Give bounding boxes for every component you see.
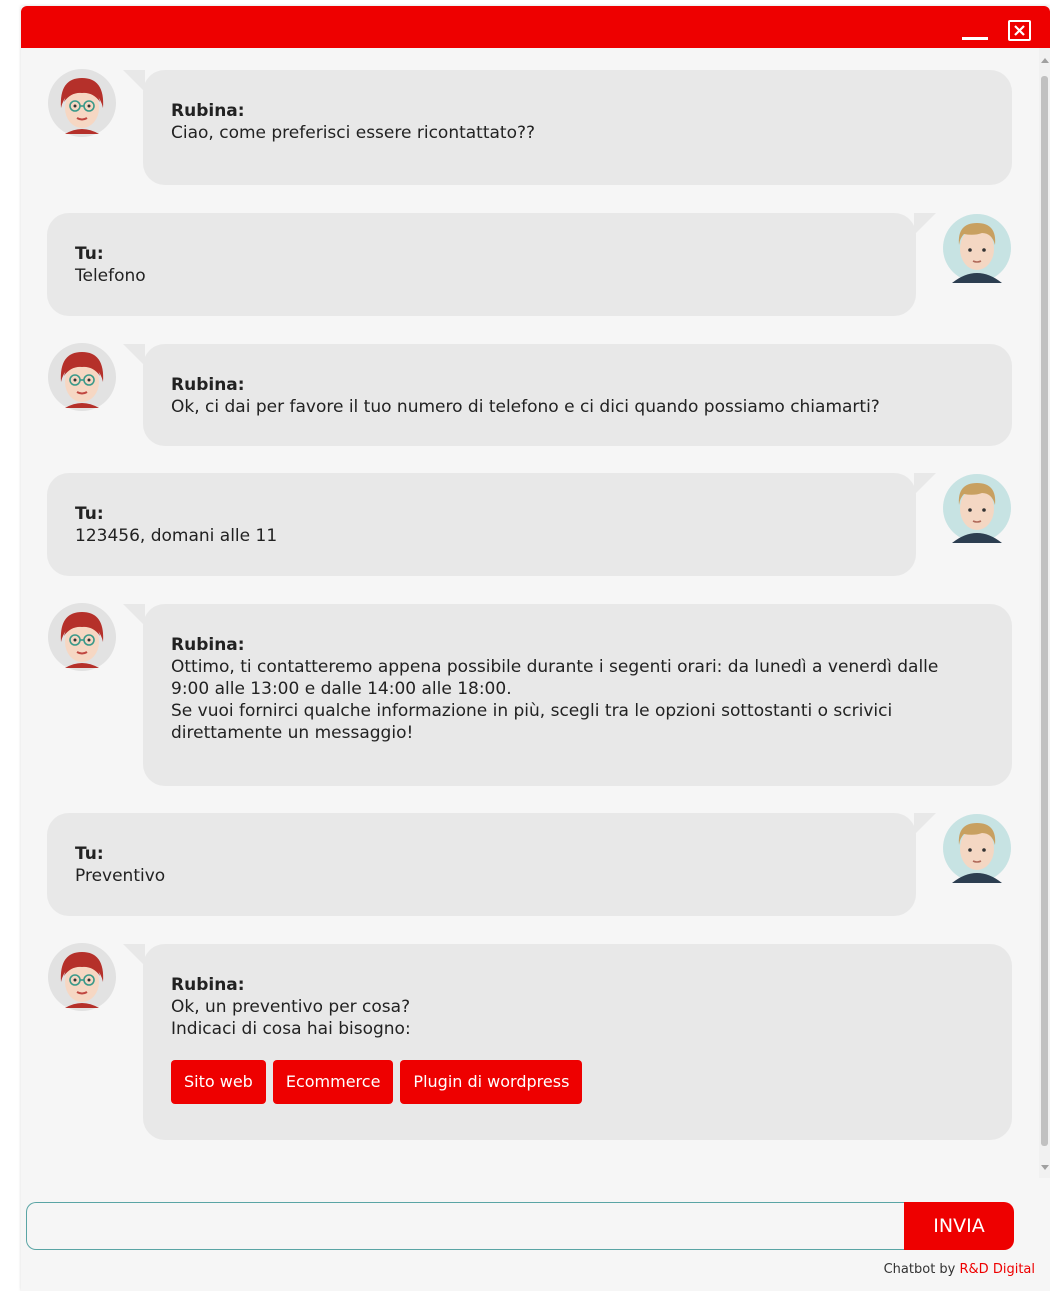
message-bubble: Tu: 123456, domani alle 11 — [47, 473, 936, 576]
option-ecommerce-button[interactable]: Ecommerce — [272, 1060, 394, 1104]
chat-window: Rubina: Ciao, come preferisci essere ric… — [21, 6, 1050, 1291]
sender-name: Rubina: — [171, 635, 245, 655]
chat-transcript: Rubina: Ciao, come preferisci essere ric… — [21, 48, 1039, 1198]
footer-prefix: Chatbot by — [883, 1262, 960, 1277]
sender-name: Tu: — [75, 844, 104, 864]
sender-name: Tu: — [75, 504, 104, 524]
message-bubble: Tu: Preventivo — [47, 813, 936, 916]
message-bubble: Tu: Telefono — [47, 213, 936, 316]
message-text: Telefono — [75, 266, 146, 286]
user-avatar — [942, 813, 1012, 883]
send-button[interactable]: INVIA — [904, 1202, 1014, 1250]
message-text: Ottimo, ti contatteremo appena possibile… — [171, 657, 939, 743]
message-text: Ok, un preventivo per cosa? Indicaci di … — [171, 997, 411, 1039]
message-bubble: Rubina: Ok, un preventivo per cosa? Indi… — [123, 944, 1012, 1140]
sender-name: Tu: — [75, 244, 104, 264]
title-bar — [21, 6, 1050, 48]
scroll-up-arrow-icon[interactable] — [1041, 58, 1049, 63]
option-sito-web-button[interactable]: Sito web — [171, 1060, 266, 1104]
footer-credit: Chatbot by R&D Digital — [884, 1262, 1035, 1277]
scroll-down-arrow-icon[interactable] — [1041, 1165, 1049, 1170]
bot-avatar — [47, 68, 117, 138]
sender-name: Rubina: — [171, 101, 245, 121]
composer: INVIA — [26, 1202, 1014, 1250]
option-plugin-wordpress-button[interactable]: Plugin di wordpress — [400, 1060, 583, 1104]
footer-brand-link[interactable]: R&D Digital — [960, 1262, 1035, 1277]
bot-avatar — [47, 342, 117, 412]
message-text: Preventivo — [75, 866, 166, 886]
message-text: Ciao, come preferisci essere ricontattat… — [171, 123, 536, 143]
message-bubble: Rubina: Ok, ci dai per favore il tuo num… — [123, 344, 1012, 446]
message-bubble: Rubina: Ottimo, ti contatteremo appena p… — [123, 604, 1012, 786]
sender-name: Rubina: — [171, 375, 245, 395]
message-text: 123456, domani alle 11 — [75, 526, 278, 546]
quick-reply-options: Sito web Ecommerce Plugin di wordpress — [171, 1060, 984, 1104]
scrollbar-thumb[interactable] — [1041, 76, 1048, 1146]
close-icon[interactable] — [1008, 20, 1031, 41]
message-bubble: Rubina: Ciao, come preferisci essere ric… — [123, 70, 1012, 185]
bot-avatar — [47, 602, 117, 672]
bot-avatar — [47, 942, 117, 1012]
message-text: Ok, ci dai per favore il tuo numero di t… — [171, 397, 880, 417]
user-avatar — [942, 473, 1012, 543]
sender-name: Rubina: — [171, 975, 245, 995]
chat-scrollbar[interactable] — [1039, 48, 1050, 1178]
user-avatar — [942, 213, 1012, 283]
minimize-icon[interactable] — [959, 17, 991, 43]
message-input[interactable] — [26, 1202, 906, 1250]
